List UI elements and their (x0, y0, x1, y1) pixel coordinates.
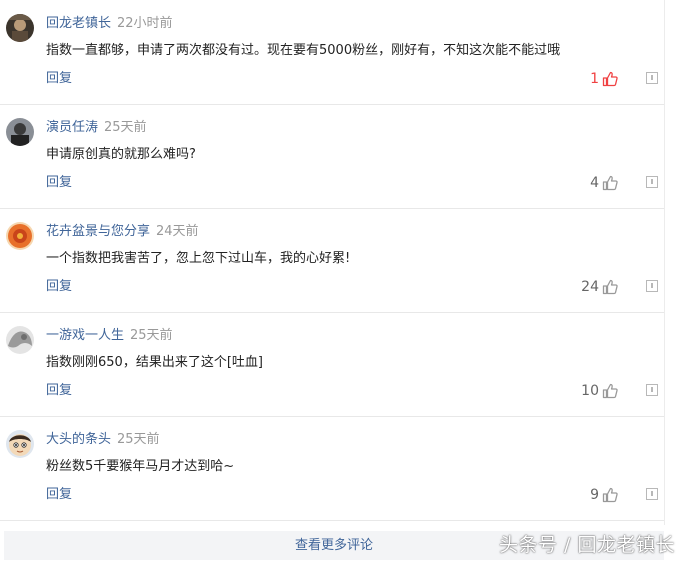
thumbs-up-icon (602, 383, 618, 399)
thumbs-up-icon (602, 279, 618, 295)
comment-item: 一游戏一人生 25天前 指数刚刚650，结果出来了这个[吐血] 回复 10 (0, 312, 664, 417)
like-count: 10 (581, 383, 599, 399)
like-count: 9 (590, 487, 599, 503)
thumbs-up-icon (602, 71, 618, 87)
like-button[interactable]: 24 (581, 276, 618, 298)
comment-time: 22小时前 (117, 16, 173, 31)
avatar[interactable] (6, 430, 34, 458)
comment-time: 25天前 (104, 120, 147, 135)
like-button[interactable]: 10 (581, 380, 618, 402)
reply-button[interactable]: 回复 (46, 485, 72, 505)
comment-author[interactable]: 大头的条头 (46, 432, 111, 447)
report-icon[interactable] (646, 488, 658, 500)
watermark: 头条号 / 回龙老镇长 (499, 534, 675, 556)
comment-text: 粉丝数5千要猴年马月才达到哈~ (46, 459, 235, 474)
reply-button[interactable]: 回复 (46, 69, 72, 89)
report-icon[interactable] (646, 280, 658, 292)
report-icon[interactable] (646, 72, 658, 84)
comment-text: 申请原创真的就那么难吗? (46, 147, 196, 162)
like-button[interactable]: 1 (590, 68, 618, 90)
comment-text: 一个指数把我害苦了，忽上忽下过山车，我的心好累! (46, 251, 351, 266)
avatar[interactable] (6, 326, 34, 354)
reply-button[interactable]: 回复 (46, 277, 72, 297)
like-button[interactable]: 9 (590, 484, 618, 506)
report-icon[interactable] (646, 384, 658, 396)
like-count: 24 (581, 279, 599, 295)
avatar[interactable] (6, 14, 34, 42)
thumbs-up-icon (602, 175, 618, 191)
comment-author[interactable]: 花卉盆景与您分享 (46, 224, 150, 239)
comment-text: 指数一直都够，申请了两次都没有过。现在要有5000粉丝，刚好有，不知这次能不能过… (46, 43, 561, 58)
comment-item: 大头的条头 25天前 粉丝数5千要猴年马月才达到哈~ 回复 9 (0, 416, 664, 521)
comment-time: 24天前 (156, 224, 199, 239)
comment-time: 25天前 (117, 432, 160, 447)
thumbs-up-icon (602, 487, 618, 503)
like-count: 1 (590, 71, 599, 87)
comment-text: 指数刚刚650，结果出来了这个[吐血] (46, 355, 263, 370)
comment-item: 演员任涛 25天前 申请原创真的就那么难吗? 回复 4 (0, 104, 664, 209)
comment-item: 花卉盆景与您分享 24天前 一个指数把我害苦了，忽上忽下过山车，我的心好累! 回复… (0, 208, 664, 313)
comment-author[interactable]: 一游戏一人生 (46, 328, 124, 343)
report-icon[interactable] (646, 176, 658, 188)
reply-button[interactable]: 回复 (46, 381, 72, 401)
comment-time: 25天前 (130, 328, 173, 343)
comment-author[interactable]: 回龙老镇长 (46, 16, 111, 31)
divider (664, 0, 665, 525)
reply-button[interactable]: 回复 (46, 173, 72, 193)
comment-item: 回龙老镇长 22小时前 指数一直都够，申请了两次都没有过。现在要有5000粉丝，刚… (0, 0, 664, 105)
avatar[interactable] (6, 222, 34, 250)
like-count: 4 (590, 175, 599, 191)
comment-author[interactable]: 演员任涛 (46, 120, 98, 135)
avatar[interactable] (6, 118, 34, 146)
like-button[interactable]: 4 (590, 172, 618, 194)
